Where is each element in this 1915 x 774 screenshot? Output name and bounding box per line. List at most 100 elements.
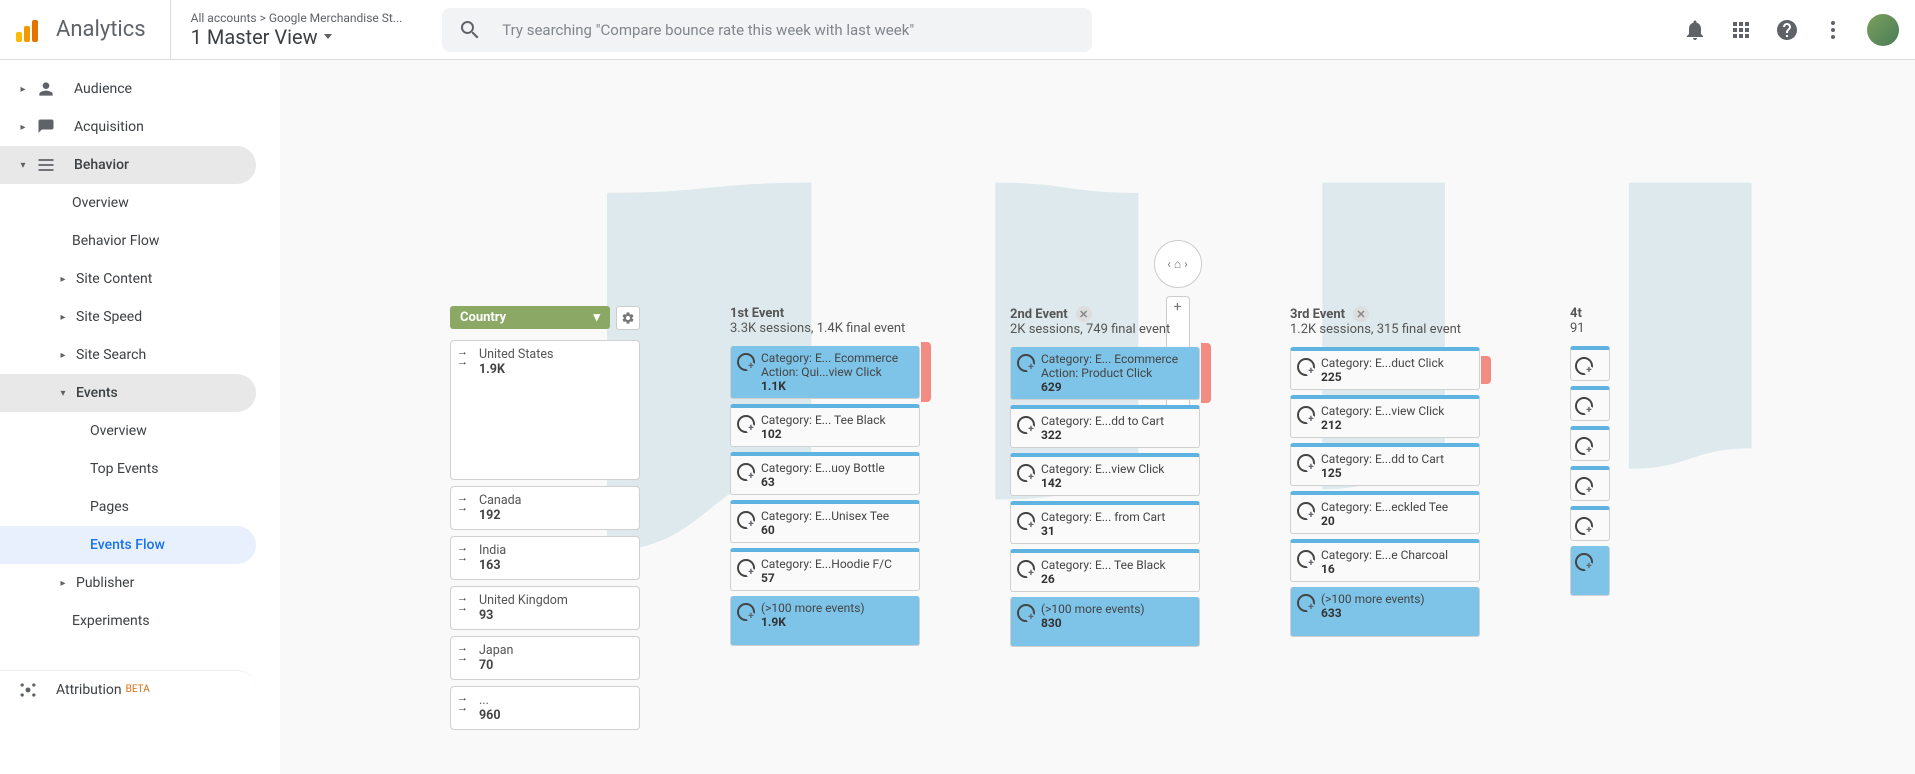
target-icon [1575,477,1593,495]
country-node[interactable]: →→ ... 960 [450,686,640,730]
event-node[interactable]: Category: E...eckled Tee 20 [1290,491,1480,534]
nav-top-events[interactable]: Top Events [0,450,256,488]
country-node[interactable]: →→ United States 1.9K [450,340,640,480]
event-value: 1.9K [761,615,911,629]
event-node[interactable] [1570,426,1610,461]
help-icon[interactable] [1775,18,1799,42]
event-value: 57 [761,571,911,585]
target-icon [1575,357,1593,375]
country-node[interactable]: →→ Canada 192 [450,486,640,530]
event-node[interactable]: (>100 more events) 1.9K [730,596,920,646]
event-node[interactable]: (>100 more events) 633 [1290,587,1480,637]
event-node[interactable]: Category: E... from Cart 31 [1010,501,1200,544]
event-node[interactable]: Category: E...dd to Cart 125 [1290,443,1480,486]
acquisition-icon [36,117,56,137]
gear-icon [621,311,635,325]
nav-experiments[interactable]: Experiments [0,602,256,640]
column-title: 4t [1570,306,1610,321]
target-icon [1017,512,1035,530]
target-icon [1017,464,1035,482]
more-icon[interactable] [1821,18,1845,42]
search-input[interactable]: Try searching "Compare bounce rate this … [442,8,1092,52]
nav-site-search[interactable]: ▸Site Search [0,336,256,374]
event-node[interactable]: Category: E...dd to Cart 322 [1010,405,1200,448]
event-value: 830 [1041,616,1191,630]
target-icon [1017,354,1035,372]
event-node[interactable]: (>100 more events) 830 [1010,597,1200,647]
nav-events-overview[interactable]: Overview [0,412,256,450]
account-breadcrumb: All accounts > Google Merchandise St... [191,11,403,25]
event-node[interactable]: Category: E...uoy Bottle 63 [730,452,920,495]
event-value: 102 [761,427,911,441]
home-button[interactable]: ‹ ⌂ › [1154,240,1202,288]
event-node[interactable]: Category: E... Ecommerce Action: Qui...v… [730,346,920,399]
notifications-icon[interactable] [1683,18,1707,42]
nav-site-speed[interactable]: ▸Site Speed [0,298,256,336]
nav-publisher[interactable]: ▸Publisher [0,564,256,602]
country-value: 70 [479,658,631,673]
event-label: (>100 more events) [761,601,911,615]
header-actions [1683,14,1899,46]
nav-behavior-flow[interactable]: Behavior Flow [0,222,256,260]
event-node[interactable]: Category: E... Tee Black 102 [730,404,920,447]
column-title: 1st Event [730,306,784,321]
country-name: Canada [479,493,631,508]
target-icon [1297,550,1315,568]
nav-pages[interactable]: Pages [0,488,256,526]
country-name: United States [479,347,631,362]
nav-audience[interactable]: ▸ Audience [0,70,256,108]
user-avatar[interactable] [1867,14,1899,46]
nav-events[interactable]: ▾Events [0,374,256,412]
country-name: ... [479,693,631,708]
close-column-button[interactable]: ✕ [1076,306,1092,322]
nav-behavior-overview[interactable]: Overview [0,184,256,222]
chevron-right-icon: ▸ [58,312,68,323]
event-label: Category: E... Ecommerce Action: Qui...v… [761,351,911,379]
nav-site-content[interactable]: ▸Site Content [0,260,256,298]
country-node[interactable]: →→ Japan 70 [450,636,640,680]
event-value: 142 [1041,476,1191,490]
event-node[interactable]: Category: E...Unisex Tee 60 [730,500,920,543]
account-view-name: 1 Master View [191,25,403,49]
dropoff-indicator [1201,343,1211,403]
nav-attribution[interactable]: Attribution BETA [0,670,256,708]
event-node[interactable] [1570,346,1610,381]
nav-events-flow[interactable]: Events Flow [0,526,256,564]
column-subtitle: 1.2K sessions, 315 final event [1290,322,1480,337]
event-value: 16 [1321,562,1471,576]
target-icon [737,603,755,621]
event-value: 633 [1321,606,1471,620]
event-label: Category: E... Tee Black [761,413,911,427]
country-node[interactable]: →→ United Kingdom 93 [450,586,640,630]
event-label: Category: E...dd to Cart [1041,414,1191,428]
settings-button[interactable] [616,306,640,330]
event-node[interactable]: Category: E... Tee Black 26 [1010,549,1200,592]
apps-icon[interactable] [1729,18,1753,42]
target-icon [1575,553,1593,571]
chevron-right-icon: ▸ [58,274,68,285]
nav-acquisition[interactable]: ▸ Acquisition [0,108,256,146]
event-node[interactable] [1570,506,1610,541]
event-node[interactable] [1570,546,1610,596]
column-title: 2nd Event [1010,307,1068,322]
event-node[interactable]: Category: E...Hoodie F/C 57 [730,548,920,591]
event-node[interactable] [1570,466,1610,501]
account-selector[interactable]: All accounts > Google Merchandise St... … [170,0,423,59]
event-node[interactable]: Category: E...duct Click 225 [1290,347,1480,390]
chevron-right-icon: ▸ [18,122,28,133]
event-value: 63 [761,475,911,489]
nav-behavior[interactable]: ▾ Behavior [0,146,256,184]
event-node[interactable]: Category: E...view Click 212 [1290,395,1480,438]
country-node[interactable]: →→ India 163 [450,536,640,580]
dimension-selector[interactable]: Country▾ [450,306,610,329]
close-column-button[interactable]: ✕ [1353,306,1369,322]
event-node[interactable]: Category: E... Ecommerce Action: Product… [1010,347,1200,400]
event-node[interactable] [1570,386,1610,421]
event-node[interactable]: Category: E...view Click 142 [1010,453,1200,496]
person-icon [36,79,56,99]
target-icon [737,511,755,529]
event-node[interactable]: Category: E...e Charcoal 16 [1290,539,1480,582]
event-label: Category: E...view Click [1321,404,1471,418]
arrows-icon: →→ [457,543,473,563]
chevron-right-icon: ▸ [18,84,28,95]
